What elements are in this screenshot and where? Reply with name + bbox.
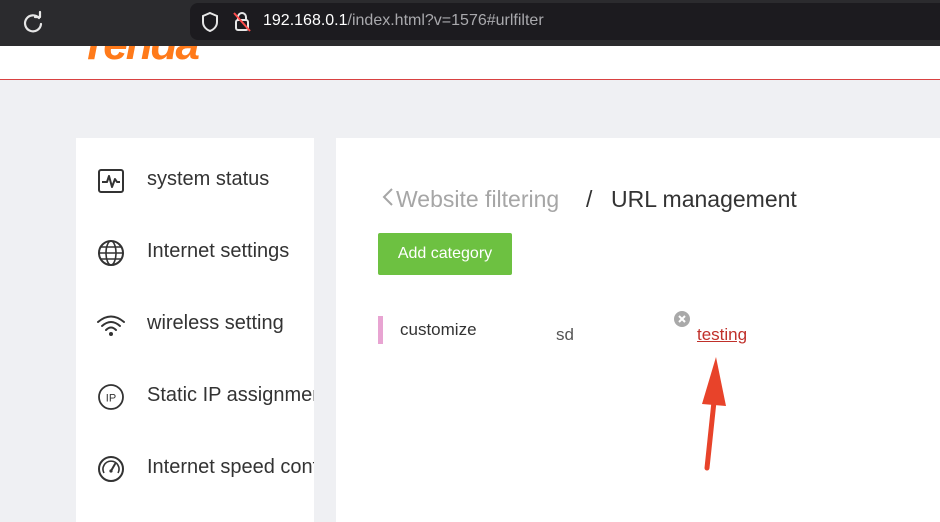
tenda-logo: Tenda	[80, 46, 200, 70]
speedometer-icon	[98, 456, 124, 482]
category-color-marker	[378, 316, 383, 344]
category-name: customize	[400, 320, 477, 339]
sidebar-item-wireless-setting[interactable]: wireless setting	[76, 282, 314, 354]
sidebar-item-speed-control[interactable]: Internet speed control	[76, 426, 314, 498]
shield-icon[interactable]	[200, 11, 220, 33]
breadcrumb-parent: Website filtering	[396, 186, 560, 212]
sidebar-item-label: Static IP assignment	[147, 384, 314, 406]
sidebar-item-label: Internet settings	[147, 240, 290, 262]
svg-text:IP: IP	[106, 393, 116, 405]
add-category-button[interactable]: Add category	[378, 233, 512, 275]
url-host: 192.168.0.1	[263, 12, 348, 29]
remove-url-icon[interactable]	[674, 311, 690, 327]
url-text[interactable]: 192.168.0.1/index.html?v=1576#urlfilter	[263, 12, 544, 30]
sidebar-item-label: Internet speed control	[147, 456, 314, 478]
insecure-lock-icon[interactable]	[232, 11, 252, 33]
sidebar-item-static-ip[interactable]: IP Static IP assignment	[76, 354, 314, 426]
breadcrumb-separator: /	[586, 186, 593, 212]
breadcrumb-back-link[interactable]: Website filtering	[382, 186, 559, 213]
app-header: Tenda	[0, 46, 940, 80]
sidebar-nav: system status Internet settings wireless…	[76, 138, 314, 522]
wifi-icon	[97, 315, 125, 336]
sidebar-item-label: system status	[147, 168, 270, 190]
close-icon	[678, 315, 686, 323]
ip-icon: IP	[98, 384, 124, 410]
annotation-arrow	[702, 357, 726, 471]
chevron-left-icon	[382, 188, 393, 206]
reload-icon[interactable]	[20, 10, 46, 36]
url-tag-sd[interactable]: sd	[556, 325, 574, 345]
globe-icon	[98, 240, 124, 266]
pulse-monitor-icon	[98, 169, 124, 193]
page-title: URL management	[611, 186, 797, 212]
sidebar-item-system-status[interactable]: system status	[76, 138, 314, 210]
url-tag-testing[interactable]: testing	[697, 325, 747, 345]
sidebar-item-internet-settings[interactable]: Internet settings	[76, 210, 314, 282]
sidebar-item-label: wireless setting	[147, 312, 284, 334]
browser-toolbar: 192.168.0.1/index.html?v=1576#urlfilter	[0, 0, 940, 46]
url-path: /index.html?v=1576#urlfilter	[347, 12, 544, 29]
